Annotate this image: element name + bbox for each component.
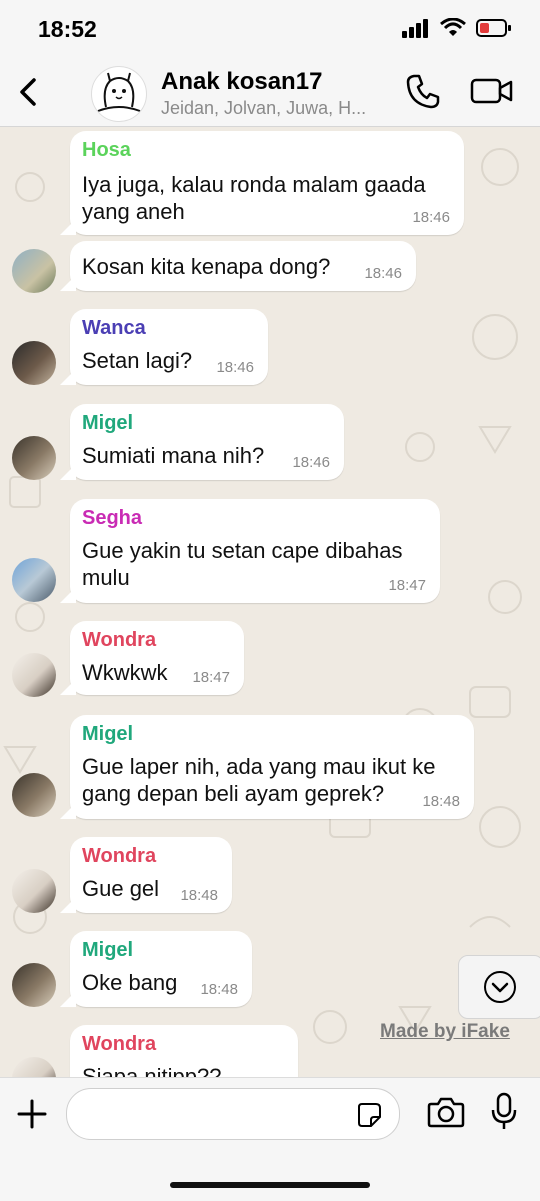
status-icons bbox=[402, 18, 512, 38]
message-text: Wkwkwk bbox=[82, 660, 168, 685]
message-bubble[interactable]: Wanca Setan lagi? 18:46 bbox=[60, 309, 268, 385]
message-bubble[interactable]: Migel Gue laper nih, ada yang mau ikut k… bbox=[60, 715, 474, 819]
bubble-tail bbox=[60, 587, 76, 603]
plus-icon[interactable] bbox=[16, 1098, 48, 1130]
status-time: 18:52 bbox=[38, 16, 97, 42]
message-sender: Wanca bbox=[82, 317, 146, 339]
message-sender: Migel bbox=[82, 939, 134, 961]
sender-avatar[interactable] bbox=[12, 773, 56, 817]
message-time: 18:48 bbox=[180, 887, 218, 904]
phone-icon[interactable] bbox=[404, 72, 442, 110]
message-text: Gue laper nih, ada yang mau ikut ke gang… bbox=[82, 754, 436, 806]
message-time: 18:48 bbox=[422, 793, 460, 810]
message-bubble[interactable]: Hosa Iya juga, kalau ronda malam gaada y… bbox=[60, 131, 464, 235]
message-time: 18:46 bbox=[216, 359, 254, 376]
message-bubble[interactable]: Kosan kita kenapa dong? 18:46 bbox=[60, 241, 416, 291]
message-input-bar bbox=[0, 1077, 540, 1201]
bubble-tail bbox=[60, 991, 76, 1007]
message-time: 18:46 bbox=[364, 265, 402, 282]
message-sender: Hosa bbox=[82, 139, 131, 161]
message-sender: Migel bbox=[82, 723, 134, 745]
chat-header: Anak kosan17 Jeidan, Jolvan, Juwa, H... bbox=[0, 58, 540, 127]
battery-icon bbox=[476, 19, 511, 37]
message-sender: Wondra bbox=[82, 845, 157, 867]
message-time: 18:46 bbox=[292, 454, 330, 471]
message-text: Sumiati mana nih? bbox=[82, 443, 265, 468]
bubble-tail bbox=[60, 897, 76, 913]
message-time: 18:47 bbox=[388, 577, 426, 594]
message-sender: Wondra bbox=[82, 1033, 157, 1055]
cartoon-doodle-icon bbox=[97, 72, 141, 112]
bubble-tail bbox=[60, 464, 76, 480]
sender-avatar[interactable] bbox=[12, 653, 56, 697]
back-chevron-icon[interactable] bbox=[10, 72, 50, 112]
message-sender: Segha bbox=[82, 507, 143, 529]
message-text: Siapa nitipp?? bbox=[82, 1064, 222, 1077]
microphone-icon[interactable] bbox=[490, 1092, 518, 1132]
sender-avatar[interactable] bbox=[12, 869, 56, 913]
group-title[interactable]: Anak kosan17 bbox=[161, 68, 322, 96]
message-time: 18:48 bbox=[200, 981, 238, 998]
message-text: Gue yakin tu setan cape dibahas mulu bbox=[82, 538, 403, 590]
sticker-icon[interactable] bbox=[355, 1101, 383, 1129]
chevron-down-circle-icon bbox=[484, 971, 516, 1003]
status-bar: 18:52 bbox=[0, 0, 540, 58]
wifi-icon bbox=[440, 18, 466, 36]
message-time: 18:47 bbox=[192, 669, 230, 686]
bubble-tail bbox=[60, 369, 76, 385]
message-bubble[interactable]: Migel Oke bang 18:48 bbox=[60, 931, 252, 1007]
sender-avatar[interactable] bbox=[12, 436, 56, 480]
chat-area[interactable]: Hosa Iya juga, kalau ronda malam gaada y… bbox=[0, 127, 540, 1077]
home-indicator bbox=[170, 1182, 370, 1188]
message-text: Gue gel bbox=[82, 876, 160, 901]
message-text: Setan lagi? bbox=[82, 348, 193, 373]
message-text: Oke bang bbox=[82, 970, 178, 995]
message-bubble[interactable]: Wondra Siapa nitipp?? bbox=[70, 1025, 298, 1077]
message-sender: Migel bbox=[82, 412, 134, 434]
signal-icon bbox=[402, 19, 428, 38]
message-text: Kosan kita kenapa dong? bbox=[82, 254, 331, 279]
message-bubble[interactable]: Wondra Wkwkwk 18:47 bbox=[60, 621, 244, 695]
sender-avatar[interactable] bbox=[12, 249, 56, 293]
camera-icon[interactable] bbox=[427, 1094, 465, 1130]
message-text: Iya juga, kalau ronda malam gaada yang a… bbox=[82, 172, 426, 224]
message-bubble[interactable]: Migel Sumiati mana nih? 18:46 bbox=[60, 404, 344, 480]
bubble-tail bbox=[60, 803, 76, 819]
bubble-tail bbox=[60, 219, 76, 235]
message-time: 18:46 bbox=[412, 209, 450, 226]
bubble-tail bbox=[60, 679, 76, 695]
group-avatar[interactable] bbox=[91, 66, 147, 122]
message-input[interactable] bbox=[66, 1088, 400, 1140]
group-members[interactable]: Jeidan, Jolvan, Juwa, H... bbox=[161, 98, 366, 119]
sender-avatar[interactable] bbox=[12, 341, 56, 385]
sender-avatar[interactable] bbox=[12, 558, 56, 602]
watermark-text: Made by iFake bbox=[380, 1021, 510, 1042]
sender-avatar[interactable] bbox=[12, 963, 56, 1007]
message-bubble[interactable]: Segha Gue yakin tu setan cape dibahas mu… bbox=[60, 499, 440, 603]
message-bubble[interactable]: Wondra Gue gel 18:48 bbox=[60, 837, 232, 913]
video-call-icon[interactable] bbox=[470, 72, 514, 110]
message-sender: Wondra bbox=[82, 629, 157, 651]
bubble-tail bbox=[60, 275, 76, 291]
scroll-to-bottom-button[interactable] bbox=[458, 955, 540, 1019]
